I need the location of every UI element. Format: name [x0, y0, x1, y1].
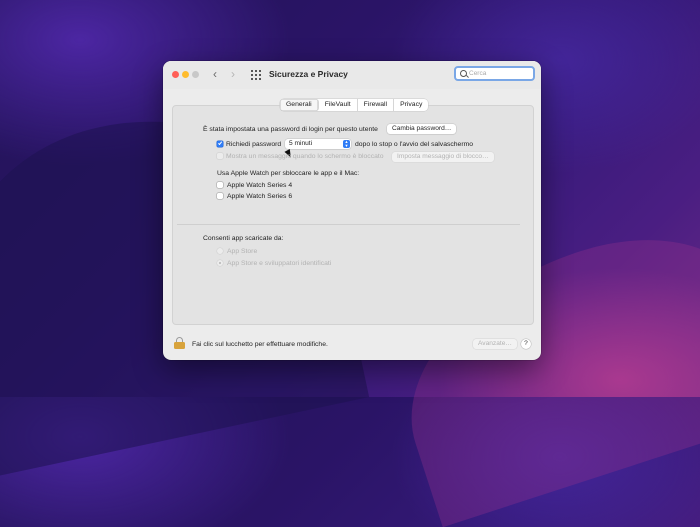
tab-filevault[interactable]: FileVault	[319, 99, 358, 111]
lock-hint-text: Fai clic sul lucchetto per effettuare mo…	[192, 341, 328, 348]
watch-series-4-label: Apple Watch Series 4	[227, 182, 293, 189]
minimize-button[interactable]	[182, 71, 189, 78]
change-password-button[interactable]: Cambia password…	[387, 124, 457, 134]
identified-developers-label: App Store e sviluppatori identificati	[227, 260, 332, 267]
window-title: Sicurezza e Privacy	[269, 69, 348, 79]
set-lock-message-button[interactable]: Imposta messaggio di blocco…	[392, 152, 494, 162]
app-store-radio[interactable]	[217, 248, 223, 254]
back-button[interactable]: ‹	[213, 68, 217, 80]
advanced-button[interactable]: Avanzate…	[473, 339, 517, 349]
section-divider	[177, 224, 520, 225]
password-delay-value: 5 minuti	[289, 140, 313, 147]
watch-series-4-checkbox[interactable]	[217, 182, 223, 188]
require-password-suffix: dopo lo stop o l'avvio del salvaschermo	[355, 141, 474, 148]
security-privacy-window: ‹ › Sicurezza e Privacy Generali FileVau…	[163, 61, 541, 360]
tab-privacy[interactable]: Privacy	[394, 99, 428, 111]
show-message-label: Mostra un messaggio quando lo schermo è …	[226, 153, 384, 160]
lock-icon[interactable]	[174, 337, 185, 349]
watch-series-6-label: Apple Watch Series 6	[227, 193, 293, 200]
tab-firewall[interactable]: Firewall	[358, 99, 395, 111]
close-button[interactable]	[172, 71, 179, 78]
show-message-checkbox[interactable]	[217, 153, 223, 159]
allow-apps-title: Consenti app scaricate da:	[203, 235, 284, 242]
tab-generali[interactable]: Generali	[280, 99, 319, 111]
zoom-button[interactable]	[192, 71, 199, 78]
require-password-checkbox[interactable]	[217, 141, 223, 147]
footer-bar: Fai clic sul lucchetto per effettuare mo…	[163, 329, 541, 360]
content-panel	[172, 105, 534, 325]
show-all-grid-icon[interactable]	[251, 70, 261, 80]
help-button[interactable]: ?	[521, 339, 531, 349]
forward-button[interactable]: ›	[231, 68, 235, 80]
title-bar: ‹ › Sicurezza e Privacy	[163, 61, 541, 89]
require-password-label: Richiedi password	[226, 141, 282, 148]
tab-bar: Generali FileVault Firewall Privacy	[280, 99, 429, 111]
password-set-text: È stata impostata una password di login …	[203, 126, 378, 133]
password-delay-select[interactable]: 5 minuti ▲ ▼	[285, 139, 351, 149]
search-icon	[460, 70, 467, 77]
search-field[interactable]	[454, 66, 535, 81]
identified-developers-radio[interactable]	[217, 260, 223, 266]
app-store-label: App Store	[227, 248, 258, 255]
apple-watch-title: Usa Apple Watch per sbloccare le app e i…	[217, 170, 360, 177]
search-input[interactable]	[469, 69, 531, 78]
chevron-updown-icon: ▲ ▼	[343, 139, 350, 148]
watch-series-6-checkbox[interactable]	[217, 193, 223, 199]
